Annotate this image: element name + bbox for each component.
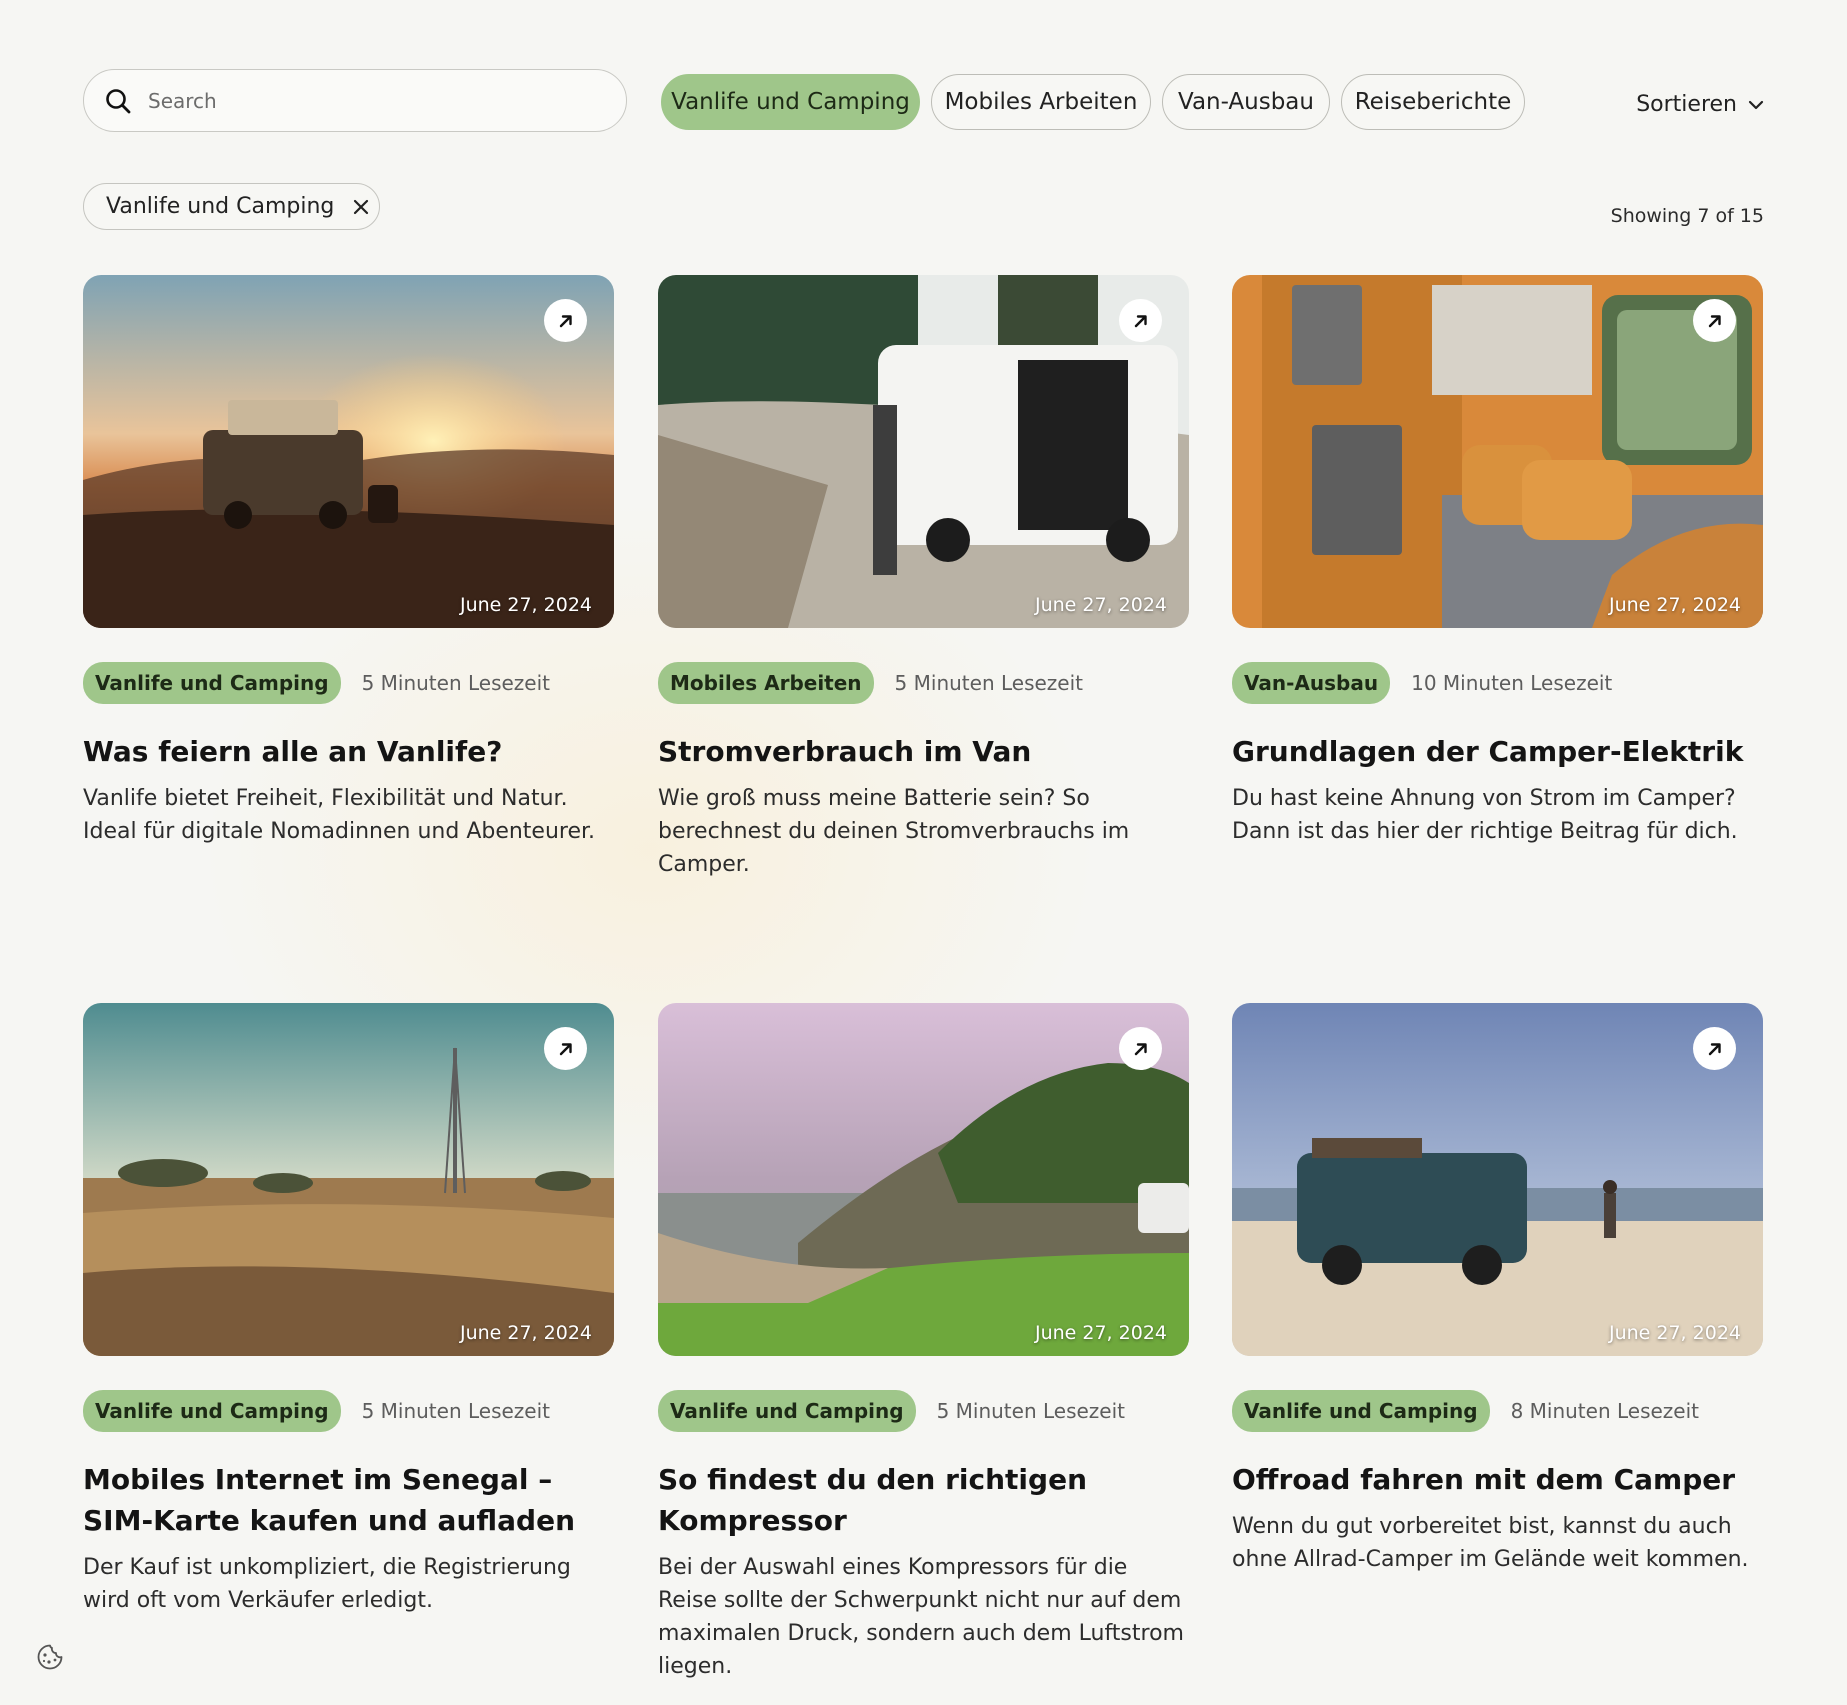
open-article-button[interactable] <box>1693 1027 1736 1070</box>
article-image[interactable]: June 27, 2024 <box>658 1003 1189 1356</box>
arrow-up-right-icon <box>1708 1042 1721 1055</box>
article-image[interactable]: June 27, 2024 <box>83 275 614 628</box>
article-title[interactable]: Grundlagen der Camper-Elektrik <box>1232 731 1763 772</box>
article-excerpt: Vanlife bietet Freiheit, Flexibilität un… <box>83 786 596 844</box>
beach-offroad-van-image <box>1232 1003 1763 1356</box>
open-article-button[interactable] <box>1119 1027 1162 1070</box>
article-excerpt: Wie groß muss meine Batterie sein? So be… <box>658 786 1130 877</box>
article-image[interactable]: June 27, 2024 <box>658 275 1189 628</box>
result-count: Showing 7 of 15 <box>1610 205 1764 227</box>
article-image[interactable]: June 27, 2024 <box>83 1003 614 1356</box>
sort-dropdown[interactable]: Sortieren <box>1636 92 1765 117</box>
article-card[interactable]: June 27, 2024 Vanlife und Camping 5 Minu… <box>83 275 614 848</box>
article-excerpt: Bei der Auswahl eines Kompressors für di… <box>658 1555 1184 1679</box>
article-image[interactable]: June 27, 2024 <box>1232 275 1763 628</box>
article-image[interactable]: June 27, 2024 <box>1232 1003 1763 1356</box>
open-article-button[interactable] <box>544 1027 587 1070</box>
article-date: June 27, 2024 <box>1608 594 1741 616</box>
category-tag[interactable]: Vanlife und Camping <box>1232 1390 1490 1432</box>
beach-van-image <box>658 275 1189 628</box>
camper-interior-image <box>1232 275 1763 628</box>
article-card[interactable]: June 27, 2024 Van-Ausbau 10 Minuten Lese… <box>1232 275 1763 848</box>
read-time: 5 Minuten Lesezeit <box>936 1399 1126 1423</box>
coast-camper-image <box>658 1003 1189 1356</box>
search-icon <box>106 88 131 113</box>
arrow-up-right-icon <box>1708 314 1721 327</box>
category-chip-reiseberichte[interactable]: Reiseberichte <box>1341 74 1525 130</box>
article-card[interactable]: June 27, 2024 Vanlife und Camping 5 Minu… <box>83 1003 614 1617</box>
article-excerpt: Wenn du gut vorbereitet bist, kannst du … <box>1232 1514 1749 1572</box>
sort-label: Sortieren <box>1636 92 1737 117</box>
active-filter-label: Vanlife und Camping <box>106 194 335 219</box>
article-title[interactable]: Was feiern alle an Vanlife? <box>83 731 614 772</box>
article-date: June 27, 2024 <box>1034 594 1167 616</box>
article-date: June 27, 2024 <box>459 1322 592 1344</box>
savanna-tower-image <box>83 1003 614 1356</box>
read-time: 5 Minuten Lesezeit <box>361 1399 551 1423</box>
article-card[interactable]: June 27, 2024 Vanlife und Camping 5 Minu… <box>658 1003 1189 1683</box>
open-article-button[interactable] <box>1693 299 1736 342</box>
category-tag[interactable]: Vanlife und Camping <box>658 1390 916 1432</box>
sunset-van-image <box>83 275 614 628</box>
close-icon[interactable] <box>352 198 370 216</box>
category-chip-van-ausbau[interactable]: Van-Ausbau <box>1162 74 1330 130</box>
category-tag[interactable]: Mobiles Arbeiten <box>658 662 874 704</box>
arrow-up-right-icon <box>1134 314 1147 327</box>
category-tag[interactable]: Van-Ausbau <box>1232 662 1391 704</box>
arrow-up-right-icon <box>1134 1042 1147 1055</box>
read-time: 5 Minuten Lesezeit <box>361 671 551 695</box>
article-card[interactable]: June 27, 2024 Mobiles Arbeiten 5 Minuten… <box>658 275 1189 881</box>
cookie-icon[interactable] <box>36 1643 64 1671</box>
arrow-up-right-icon <box>559 314 572 327</box>
search-input[interactable] <box>146 87 590 114</box>
active-filter-chip[interactable]: Vanlife und Camping <box>83 183 380 230</box>
article-title[interactable]: Stromverbrauch im Van <box>658 731 1189 772</box>
article-excerpt: Der Kauf ist unkompliziert, die Registri… <box>83 1555 571 1613</box>
open-article-button[interactable] <box>544 299 587 342</box>
article-title[interactable]: Mobiles Internet im Senegal – SIM-Karte … <box>83 1459 614 1541</box>
article-excerpt: Du hast keine Ahnung von Strom im Camper… <box>1232 786 1738 844</box>
category-chip-vanlife[interactable]: Vanlife und Camping <box>661 74 920 130</box>
read-time: 5 Minuten Lesezeit <box>894 671 1083 695</box>
search-box[interactable] <box>83 69 627 132</box>
read-time: 10 Minuten Lesezeit <box>1411 671 1613 695</box>
article-title[interactable]: Offroad fahren mit dem Camper <box>1232 1459 1763 1500</box>
read-time: 8 Minuten Lesezeit <box>1510 1399 1700 1423</box>
category-tag[interactable]: Vanlife und Camping <box>83 662 341 704</box>
article-date: June 27, 2024 <box>1608 1322 1741 1344</box>
open-article-button[interactable] <box>1119 299 1162 342</box>
article-date: June 27, 2024 <box>1034 1322 1167 1344</box>
category-chip-mobiles-arbeiten[interactable]: Mobiles Arbeiten <box>931 74 1151 130</box>
chevron-down-icon <box>1748 100 1764 109</box>
category-tag[interactable]: Vanlife und Camping <box>83 1390 341 1432</box>
article-date: June 27, 2024 <box>459 594 592 616</box>
article-card[interactable]: June 27, 2024 Vanlife und Camping 8 Minu… <box>1232 1003 1763 1576</box>
arrow-up-right-icon <box>559 1042 572 1055</box>
article-title[interactable]: So findest du den richtigen Kompressor <box>658 1459 1189 1541</box>
